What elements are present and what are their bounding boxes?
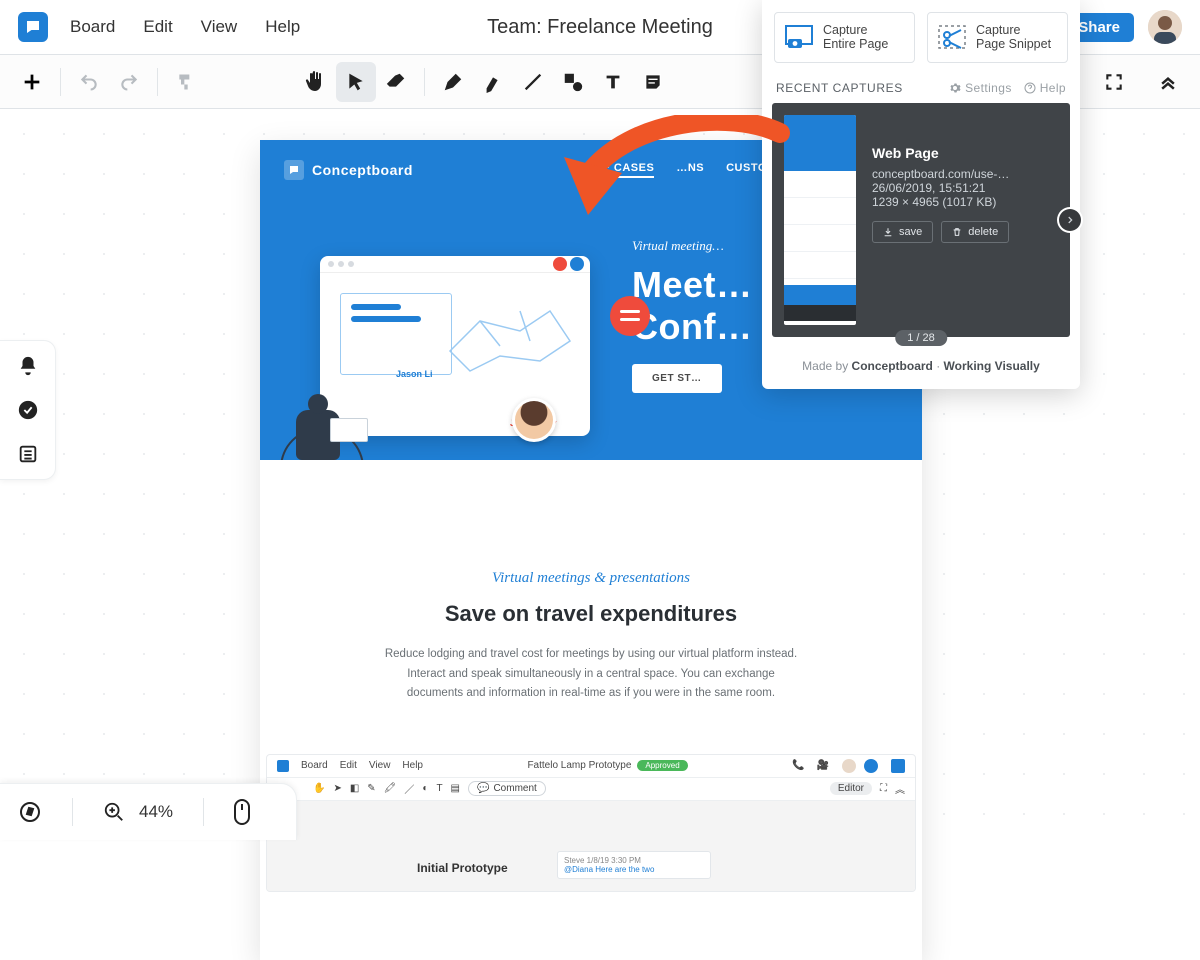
capture-page-indicator: 1 / 28 [895,330,947,346]
nested-menu-edit: Edit [340,760,357,771]
section-paragraph: Reduce lodging and travel cost for meeti… [381,645,801,704]
page-section: Virtual meetings & presentations Save on… [260,460,922,734]
pen-tool[interactable] [433,62,473,102]
capture-snippet-button[interactable]: CapturePage Snippet [927,12,1068,63]
format-painter-button[interactable] [166,62,206,102]
marker-tool[interactable] [473,62,513,102]
download-icon [883,227,893,237]
capture-panel: CaptureEntire Page CapturePage Snippet R… [762,0,1080,389]
capture-save-button[interactable]: save [872,221,933,243]
select-tool[interactable] [336,62,376,102]
share-label: Share [1078,19,1120,36]
capture-item-title: Web Page [872,145,1058,161]
nested-menu-help: Help [402,760,423,771]
redo-button[interactable] [109,62,149,102]
bottom-dock: 44% [0,783,297,840]
mouse-icon[interactable] [234,799,250,825]
app-logo[interactable] [18,12,48,42]
chevron-right-icon [1065,215,1075,225]
capture-footer: Made by Conceptboard · Working Visually [762,347,1080,389]
illustration-avatar [512,398,556,442]
logo-icon [24,18,42,36]
help-icon [1024,82,1036,94]
tag-jason: Jason Li [396,369,433,379]
capture-page-icon [785,25,813,49]
capture-thumbnail [784,115,856,325]
scissors-icon [938,25,966,49]
approved-badge: Approved [637,760,687,771]
nav-usecases[interactable]: USE CASES [586,162,654,178]
pan-tool[interactable] [296,62,336,102]
recent-captures-label: RECENT CAPTURES [776,81,903,95]
bell-icon[interactable] [17,355,39,377]
zoom-controls: 44% [103,801,173,823]
nested-editor-pill: Editor [830,782,872,795]
nested-comment-pill: 💬 Comment [468,781,546,796]
capture-help-link[interactable]: Help [1024,81,1066,95]
check-circle-icon[interactable] [17,399,39,421]
eraser-tool[interactable] [376,62,416,102]
capture-item-date: 26/06/2019, 15:51:21 [872,181,1058,195]
menu-help[interactable]: Help [265,17,300,37]
fullscreen-button[interactable] [1094,62,1134,102]
nested-title: Fattelo Lamp Prototype [527,760,631,771]
zoom-in-icon[interactable] [103,801,125,823]
user-avatar[interactable] [1148,10,1182,44]
nav-solutions[interactable]: …NS [676,162,704,178]
illustration-person [270,370,380,460]
left-dock [0,340,56,480]
capture-next-button[interactable] [1059,209,1081,231]
menu-board[interactable]: Board [70,17,115,37]
compass-icon[interactable] [18,800,42,824]
nested-app-screenshot: Board Edit View Help Fattelo Lamp Protot… [266,754,916,892]
undo-button[interactable] [69,62,109,102]
app-menu: Board Edit View Help [70,17,300,37]
shape-tool[interactable] [553,62,593,102]
capture-item[interactable]: Web Page conceptboard.com/use-… 26/06/20… [772,103,1070,337]
nested-note-text: @Diana Here are the two [564,865,654,874]
capture-entire-page-button[interactable]: CaptureEntire Page [774,12,915,63]
trash-icon [952,227,962,237]
section-heading: Save on travel expenditures [320,601,862,627]
nested-note-author: Steve 1/8/19 3:30 PM [564,856,704,865]
hero-cta-button[interactable]: GET ST… [632,364,722,393]
nested-logo-icon [277,760,289,772]
section-eyebrow: Virtual meetings & presentations [320,570,862,587]
nested-menu-view: View [369,760,391,771]
nested-menu-board: Board [301,760,328,771]
capture-delete-button[interactable]: delete [941,221,1009,243]
capture-item-dims: 1239 × 4965 (1017 KB) [872,195,1058,209]
add-button[interactable] [12,62,52,102]
capture-settings-link[interactable]: Settings [949,81,1012,95]
hero-illustration: Jason Li Julia Berry [270,250,640,460]
nested-heading: Initial Prototype [417,861,508,875]
speech-bubble-icon [610,296,650,336]
menu-edit[interactable]: Edit [143,17,172,37]
collapse-button[interactable] [1148,62,1188,102]
menu-view[interactable]: View [201,17,238,37]
line-tool[interactable] [513,62,553,102]
page-brand: Conceptboard [284,160,413,180]
zoom-level[interactable]: 44% [139,802,173,822]
gear-icon [949,82,961,94]
sticky-note-tool[interactable] [633,62,673,102]
list-icon[interactable] [17,443,39,465]
text-tool[interactable] [593,62,633,102]
wireframe-icon [440,291,580,381]
capture-item-url: conceptboard.com/use-… [872,167,1058,181]
